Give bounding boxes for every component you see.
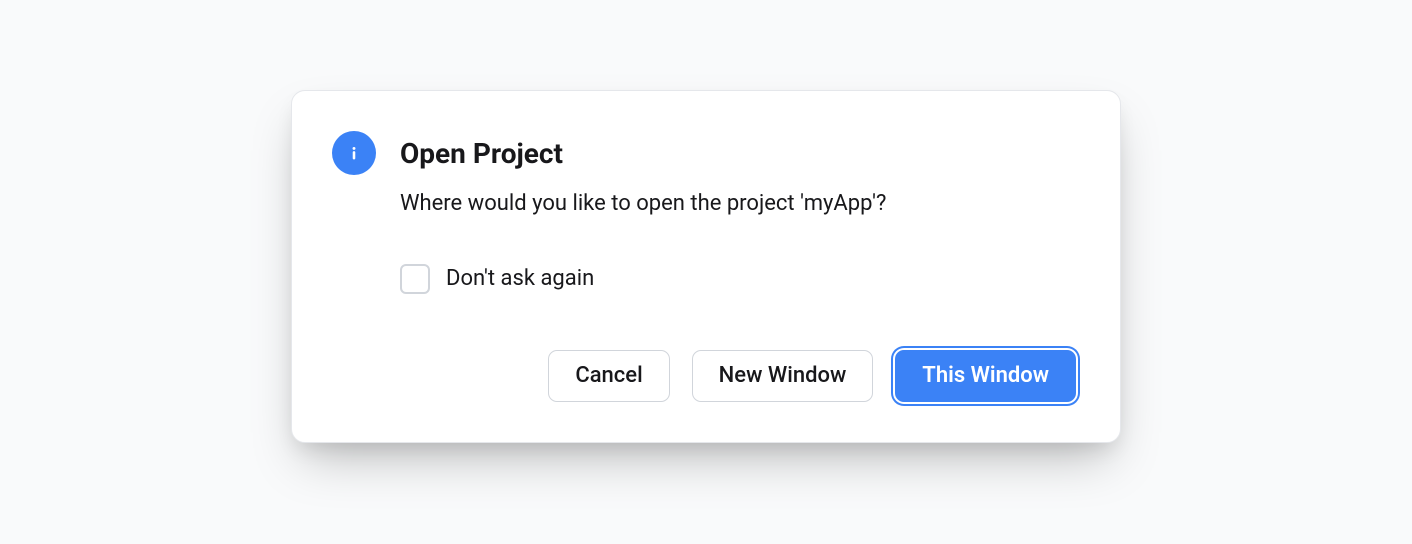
this-window-button[interactable]: This Window <box>895 350 1076 402</box>
dont-ask-again-checkbox[interactable] <box>400 264 430 294</box>
open-project-dialog: Open Project Where would you like to ope… <box>291 90 1121 443</box>
cancel-button[interactable]: Cancel <box>548 350 669 402</box>
dialog-content: Where would you like to open the project… <box>400 189 1076 402</box>
dialog-header: Open Project <box>332 131 1076 175</box>
dont-ask-again-row[interactable]: Don't ask again <box>400 264 1076 294</box>
info-icon <box>332 131 376 175</box>
dialog-button-row: Cancel New Window This Window <box>400 350 1076 402</box>
new-window-button[interactable]: New Window <box>692 350 874 402</box>
dont-ask-again-label[interactable]: Don't ask again <box>446 266 594 291</box>
dialog-title: Open Project <box>400 137 563 170</box>
dialog-message: Where would you like to open the project… <box>400 189 1076 220</box>
